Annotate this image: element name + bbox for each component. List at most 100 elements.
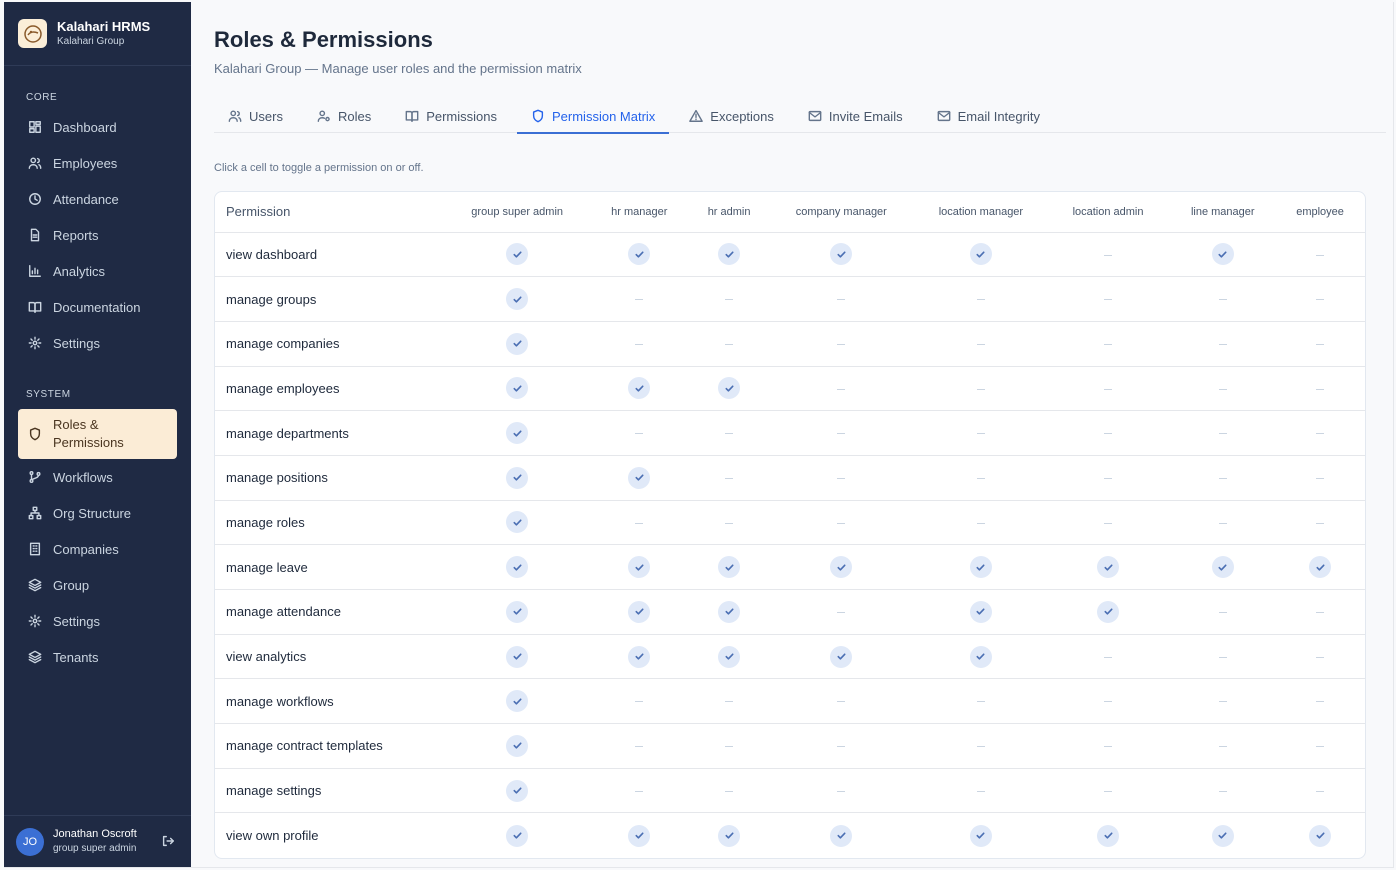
check-icon[interactable] xyxy=(506,824,529,847)
dash-icon[interactable] xyxy=(830,512,852,534)
sidebar-item-settings[interactable]: Settings xyxy=(4,325,191,361)
sidebar-item-employees[interactable]: Employees xyxy=(4,145,191,181)
check-icon[interactable] xyxy=(506,779,529,802)
check-icon[interactable] xyxy=(506,422,529,445)
dash-icon[interactable] xyxy=(718,512,740,534)
check-icon[interactable] xyxy=(718,600,741,623)
check-icon[interactable] xyxy=(506,377,529,400)
dash-icon[interactable] xyxy=(718,780,740,802)
check-icon[interactable] xyxy=(830,645,853,668)
tab-permissions[interactable]: Permissions xyxy=(391,99,511,133)
dash-icon[interactable] xyxy=(628,780,650,802)
dash-icon[interactable] xyxy=(1212,333,1234,355)
tab-exceptions[interactable]: Exceptions xyxy=(675,99,788,133)
dash-icon[interactable] xyxy=(1212,736,1234,758)
check-icon[interactable] xyxy=(506,690,529,713)
sidebar-item-analytics[interactable]: Analytics xyxy=(4,253,191,289)
check-icon[interactable] xyxy=(1211,243,1234,266)
dash-icon[interactable] xyxy=(970,468,992,490)
dash-icon[interactable] xyxy=(1097,423,1119,445)
dash-icon[interactable] xyxy=(970,423,992,445)
dash-icon[interactable] xyxy=(718,289,740,311)
dash-icon[interactable] xyxy=(1309,423,1331,445)
check-icon[interactable] xyxy=(628,243,651,266)
dash-icon[interactable] xyxy=(1097,736,1119,758)
check-icon[interactable] xyxy=(969,556,992,579)
dash-icon[interactable] xyxy=(830,736,852,758)
sidebar-item-org-structure[interactable]: Org Structure xyxy=(4,495,191,531)
check-icon[interactable] xyxy=(969,600,992,623)
check-icon[interactable] xyxy=(830,824,853,847)
dash-icon[interactable] xyxy=(830,780,852,802)
sidebar-item-roles-permissions[interactable]: Roles & Permissions xyxy=(18,409,177,459)
sidebar-item-dashboard[interactable]: Dashboard xyxy=(4,109,191,145)
sidebar-item-companies[interactable]: Companies xyxy=(4,531,191,567)
dash-icon[interactable] xyxy=(1309,468,1331,490)
check-icon[interactable] xyxy=(506,243,529,266)
check-icon[interactable] xyxy=(628,466,651,489)
dash-icon[interactable] xyxy=(718,736,740,758)
check-icon[interactable] xyxy=(628,556,651,579)
dash-icon[interactable] xyxy=(1097,646,1119,668)
check-icon[interactable] xyxy=(718,645,741,668)
dash-icon[interactable] xyxy=(628,736,650,758)
check-icon[interactable] xyxy=(506,556,529,579)
check-icon[interactable] xyxy=(1097,824,1120,847)
dash-icon[interactable] xyxy=(970,512,992,534)
check-icon[interactable] xyxy=(969,243,992,266)
dash-icon[interactable] xyxy=(1097,691,1119,713)
check-icon[interactable] xyxy=(506,600,529,623)
dash-icon[interactable] xyxy=(1097,289,1119,311)
check-icon[interactable] xyxy=(506,645,529,668)
dash-icon[interactable] xyxy=(830,468,852,490)
sidebar-item-tenants[interactable]: Tenants xyxy=(4,639,191,675)
dash-icon[interactable] xyxy=(718,333,740,355)
check-icon[interactable] xyxy=(1309,824,1332,847)
dash-icon[interactable] xyxy=(1097,512,1119,534)
tab-users[interactable]: Users xyxy=(214,99,297,133)
dash-icon[interactable] xyxy=(1309,646,1331,668)
dash-icon[interactable] xyxy=(1212,646,1234,668)
dash-icon[interactable] xyxy=(970,736,992,758)
check-icon[interactable] xyxy=(506,511,529,534)
dash-icon[interactable] xyxy=(1212,289,1234,311)
dash-icon[interactable] xyxy=(830,333,852,355)
tab-invite-emails[interactable]: Invite Emails xyxy=(794,99,917,133)
dash-icon[interactable] xyxy=(718,468,740,490)
tab-roles[interactable]: Roles xyxy=(303,99,385,133)
sidebar-item-documentation[interactable]: Documentation xyxy=(4,289,191,325)
check-icon[interactable] xyxy=(1211,824,1234,847)
sidebar-item-group[interactable]: Group xyxy=(4,567,191,603)
check-icon[interactable] xyxy=(1309,556,1332,579)
dash-icon[interactable] xyxy=(1097,244,1119,266)
check-icon[interactable] xyxy=(1097,600,1120,623)
dash-icon[interactable] xyxy=(830,378,852,400)
dash-icon[interactable] xyxy=(830,602,852,624)
dash-icon[interactable] xyxy=(970,780,992,802)
check-icon[interactable] xyxy=(628,824,651,847)
dash-icon[interactable] xyxy=(1309,378,1331,400)
sidebar-item-reports[interactable]: Reports xyxy=(4,217,191,253)
check-icon[interactable] xyxy=(1211,556,1234,579)
dash-icon[interactable] xyxy=(1212,602,1234,624)
check-icon[interactable] xyxy=(830,556,853,579)
dash-icon[interactable] xyxy=(628,512,650,534)
tab-permission-matrix[interactable]: Permission Matrix xyxy=(517,99,670,134)
dash-icon[interactable] xyxy=(1097,468,1119,490)
dash-icon[interactable] xyxy=(970,378,992,400)
dash-icon[interactable] xyxy=(1097,378,1119,400)
dash-icon[interactable] xyxy=(1309,333,1331,355)
dash-icon[interactable] xyxy=(1212,423,1234,445)
dash-icon[interactable] xyxy=(628,289,650,311)
dash-icon[interactable] xyxy=(1309,289,1331,311)
tab-email-integrity[interactable]: Email Integrity xyxy=(923,99,1054,133)
check-icon[interactable] xyxy=(628,377,651,400)
dash-icon[interactable] xyxy=(1309,244,1331,266)
check-icon[interactable] xyxy=(506,466,529,489)
dash-icon[interactable] xyxy=(628,423,650,445)
sidebar-item-settings[interactable]: Settings xyxy=(4,603,191,639)
dash-icon[interactable] xyxy=(1309,736,1331,758)
logout-icon[interactable] xyxy=(161,834,175,848)
dash-icon[interactable] xyxy=(1212,512,1234,534)
dash-icon[interactable] xyxy=(970,691,992,713)
